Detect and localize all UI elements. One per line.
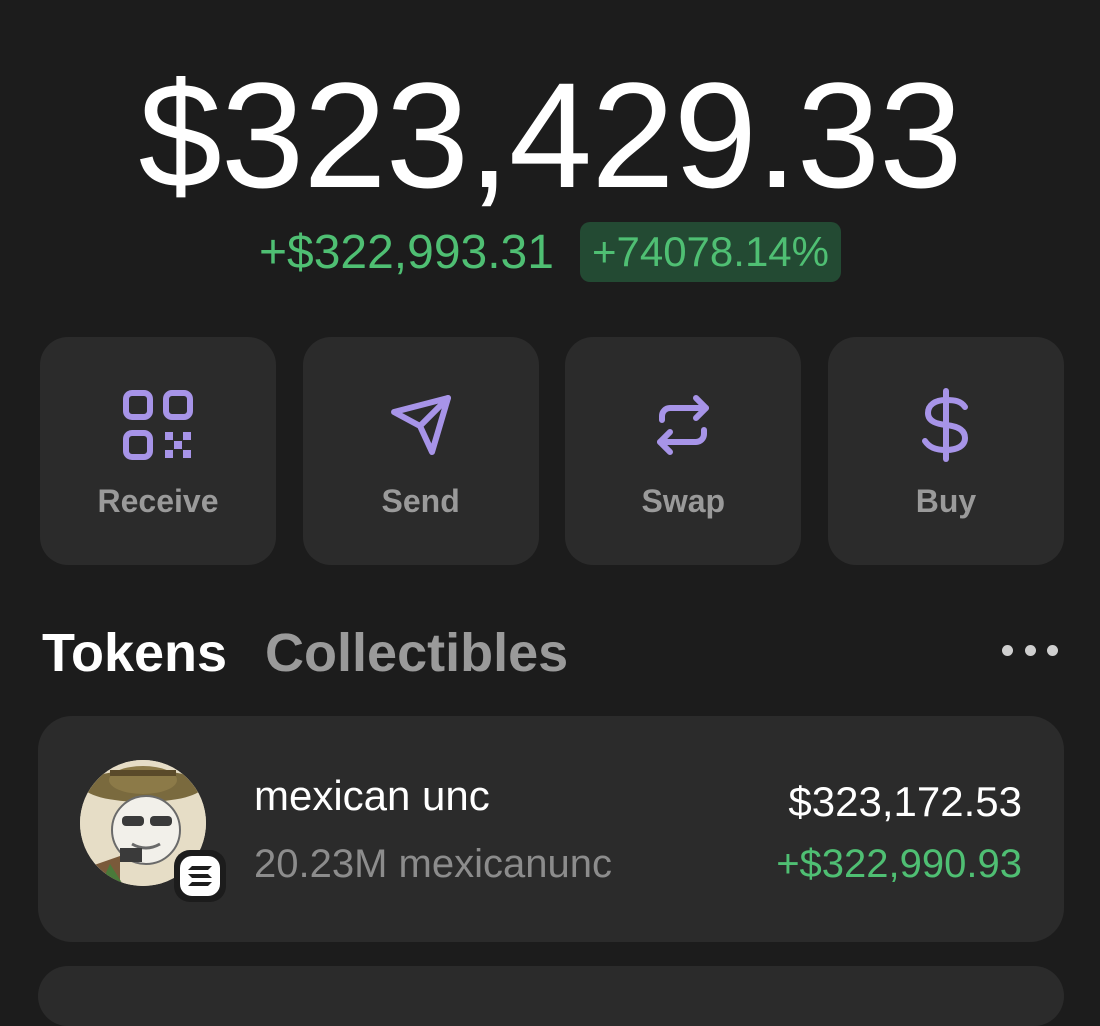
- send-label: Send: [381, 483, 460, 519]
- buy-button[interactable]: Buy: [827, 337, 1064, 565]
- token-value: $323,172.53: [788, 778, 1022, 825]
- action-buttons: Receive Send Swap Buy: [40, 337, 1064, 565]
- dollar-icon: [906, 385, 986, 465]
- tab-collectibles[interactable]: Collectibles: [265, 622, 568, 684]
- more-dot-icon: [1024, 644, 1036, 656]
- receive-button[interactable]: Receive: [40, 337, 276, 565]
- send-button[interactable]: Send: [302, 337, 539, 565]
- asset-tabs: Tokens Collectibles: [42, 622, 568, 684]
- balance-change-percent-badge: +74078.14%: [579, 222, 842, 282]
- balance-change-amount: +$322,993.31: [258, 225, 554, 279]
- token-amount: 20.23M mexicanunc: [254, 842, 612, 886]
- swap-icon: [643, 385, 723, 465]
- qr-code-icon: [118, 385, 198, 465]
- tab-tokens[interactable]: Tokens: [42, 622, 227, 684]
- swap-label: Swap: [641, 483, 726, 519]
- token-name: mexican unc: [254, 772, 490, 819]
- token-row[interactable]: [38, 966, 1064, 1026]
- token-row[interactable]: mexican unc 20.23M mexicanunc $323,172.5…: [38, 716, 1064, 942]
- buy-label: Buy: [915, 483, 977, 519]
- send-icon: [381, 385, 461, 465]
- solana-icon: [174, 850, 226, 902]
- more-dot-icon: [1047, 644, 1058, 656]
- total-balance: $323,429.33: [138, 51, 962, 219]
- more-options-button[interactable]: [1002, 640, 1058, 660]
- more-dot-icon: [1002, 644, 1013, 656]
- swap-button[interactable]: Swap: [565, 337, 802, 565]
- token-change: +$322,990.93: [776, 842, 1022, 886]
- balance-change-row: +$322,993.31 +74078.14%: [0, 222, 1100, 282]
- receive-label: Receive: [97, 483, 219, 519]
